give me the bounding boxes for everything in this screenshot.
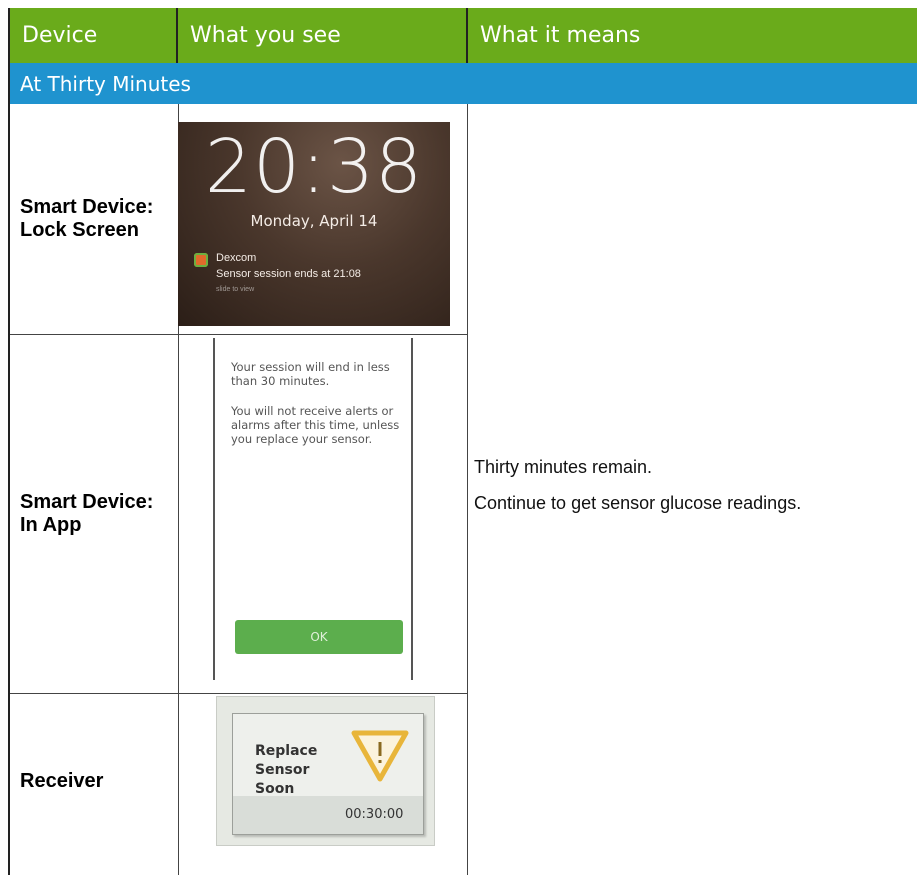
device-label: Receiver [20,770,104,792]
receiver-line-1: Replace [255,743,318,759]
in-app-text-1: Your session will end in less than 30 mi… [231,360,390,388]
warning-triangle-icon [351,730,409,782]
receiver-image: Replace Sensor Soon 00:30:00 [216,696,435,846]
notification-message: Sensor session ends at 21:08 [216,268,361,280]
meaning-line-1: Thirty minutes remain. [474,457,653,477]
receiver-screen: Replace Sensor Soon 00:30:00 [232,713,424,835]
section-title: At Thirty Minutes [10,63,917,104]
dexcom-app-icon [194,253,208,267]
notification-app: Dexcom [216,252,257,264]
receiver-timer: 00:30:00 [345,807,404,822]
receiver-line-2: Sensor [255,762,310,778]
row-device-in-app: Smart Device: In App [10,335,178,693]
slide-hint: slide to view [216,286,255,293]
device-label: Smart Device: In App [20,491,154,536]
info-table: Device What you see What it means At Thi… [8,8,917,875]
header-what-it-means: What it means [480,23,641,48]
meaning-text: Thirty minutes remain. Continue to get s… [474,455,894,527]
in-app-image: Your session will end in less than 30 mi… [213,338,413,680]
row-device-receiver: Receiver [10,694,178,869]
receiver-message: Replace Sensor Soon [255,742,317,799]
lock-date: Monday, April 14 [250,212,378,230]
row-device-lock-screen: Smart Device: Lock Screen [10,104,178,334]
header-device: Device [10,8,178,63]
ok-button[interactable]: OK [235,620,403,654]
receiver-line-3: Soon [255,781,295,797]
meaning-line-2: Continue to get sensor glucose readings. [474,493,802,513]
table-header: Device What you see What it means [10,8,917,63]
lock-time: 20:38 [204,124,424,210]
device-label: Smart Device: Lock Screen [20,196,154,241]
lock-screen-image: 20:38 Monday, April 14 Dexcom Sensor ses… [178,122,450,326]
header-what-you-see: What you see [178,8,468,63]
in-app-text-2: You will not receive alerts or alarms af… [231,404,400,446]
